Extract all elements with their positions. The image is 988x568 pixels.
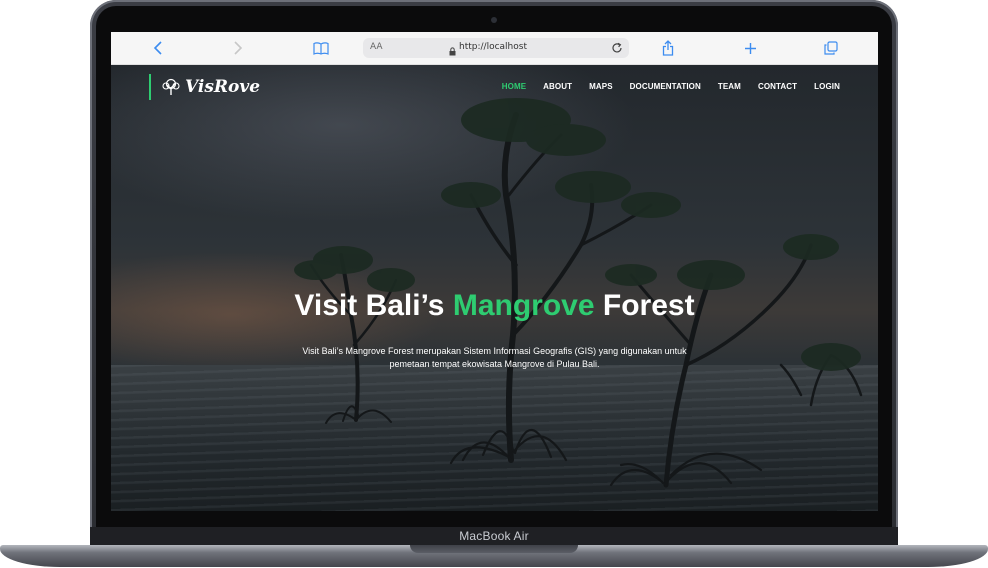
hero-title: Visit Bali’s Mangrove Forest [111, 289, 878, 323]
logo-text-part1: Vis [185, 77, 214, 97]
nav-about[interactable]: ABOUT [543, 82, 572, 91]
browser-window: AA http://localhost VisRove HOME ABOUT M… [111, 32, 878, 511]
nav-maps[interactable]: MAPS [589, 82, 613, 91]
share-icon[interactable] [657, 38, 679, 58]
chevron-left-icon[interactable] [147, 38, 169, 58]
laptop-notch [410, 545, 578, 553]
site-logo[interactable]: VisRove [149, 74, 260, 100]
lock-icon [449, 43, 456, 61]
nav-team[interactable]: TEAM [718, 82, 741, 91]
model-label: MacBook Air [459, 529, 529, 543]
reload-icon[interactable] [611, 40, 623, 57]
browser-toolbar: AA http://localhost [111, 32, 878, 65]
hero-section: VisRove HOME ABOUT MAPS DOCUMENTATION TE… [111, 65, 878, 511]
text-size-button[interactable]: AA [370, 42, 383, 52]
tabs-icon[interactable] [820, 38, 842, 58]
book-icon[interactable] [310, 38, 332, 58]
nav-documentation[interactable]: DOCUMENTATION [630, 82, 701, 91]
main-nav: HOME ABOUT MAPS DOCUMENTATION TEAM CONTA… [502, 82, 840, 91]
hero-title-highlight: Mangrove [452, 289, 595, 322]
url-text[interactable]: http://localhost [459, 42, 527, 52]
nav-login[interactable]: LOGIN [814, 82, 840, 91]
url-bar[interactable]: AA http://localhost [363, 38, 629, 58]
hero-description: Visit Bali’s Mangrove Forest merupakan S… [302, 346, 687, 369]
camera-icon [491, 17, 497, 23]
nav-home[interactable]: HOME [502, 82, 526, 91]
plus-icon[interactable] [739, 38, 761, 58]
hero-title-part1: Visit Bali’s [294, 289, 453, 322]
hero-title-part2: Forest [594, 289, 695, 322]
logo-text: VisRove [185, 77, 260, 97]
tree-logo-icon [162, 78, 180, 95]
nav-contact[interactable]: CONTACT [758, 82, 797, 91]
mangrove-trees-image [294, 98, 863, 488]
laptop-mockup: AA http://localhost VisRove HOME ABOUT M… [0, 0, 988, 568]
logo-text-part2: Rove [213, 77, 261, 97]
chevron-right-icon[interactable] [227, 38, 249, 58]
